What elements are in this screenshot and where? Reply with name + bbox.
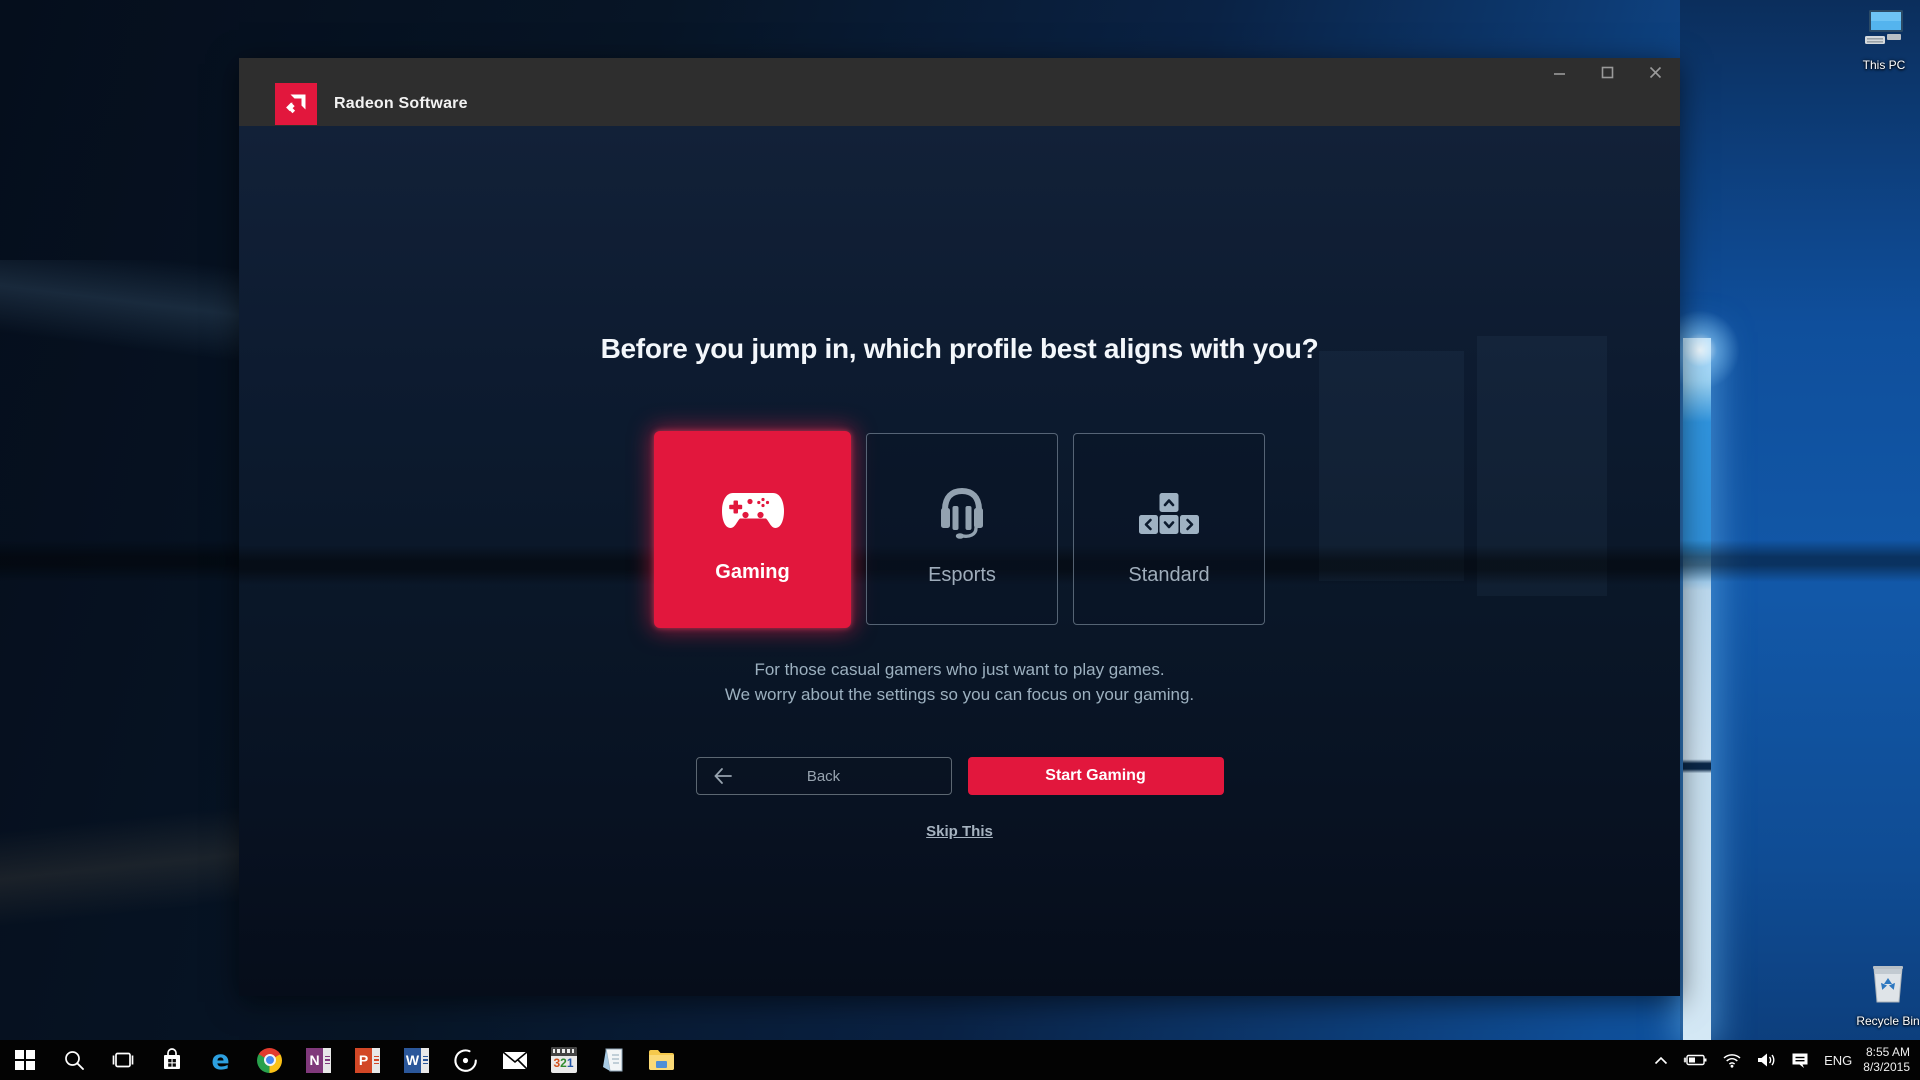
- radeon-software-window: Radeon Software Before you jump in, whic…: [239, 58, 1680, 996]
- media-app-icon[interactable]: [441, 1040, 490, 1080]
- circle-disc-icon: [453, 1048, 478, 1073]
- description-line-1: For those casual gamers who just want to…: [239, 657, 1680, 682]
- edge-e-glyph: e: [211, 1047, 229, 1074]
- system-tray: ENG 8:55 AM 8/3/2015: [1650, 1040, 1920, 1080]
- this-pc-label: This PC: [1842, 58, 1920, 72]
- language-indicator[interactable]: ENG: [1820, 1040, 1856, 1080]
- envelope-icon: [502, 1051, 528, 1070]
- search-icon: [63, 1049, 85, 1071]
- profile-card-label: Gaming: [715, 561, 789, 584]
- window-controls: [1528, 60, 1672, 84]
- powerpoint-letter: P: [355, 1048, 372, 1073]
- recycle-bin-label: Recycle Bin: [1846, 1014, 1920, 1028]
- notepad-page-icon: [601, 1047, 625, 1073]
- description-line-2: We worry about the settings so you can f…: [239, 682, 1680, 707]
- computer-icon: [1861, 8, 1907, 50]
- gamepad-icon: [720, 479, 786, 543]
- file-explorer-icon[interactable]: [637, 1040, 686, 1080]
- search-button[interactable]: [49, 1040, 98, 1080]
- left-arrow-icon: [713, 767, 733, 789]
- edge-icon[interactable]: e: [196, 1040, 245, 1080]
- profile-card-label: Standard: [1128, 564, 1209, 587]
- mpc-player-icon[interactable]: 321: [539, 1040, 588, 1080]
- profile-cards: Gaming Esports: [239, 429, 1680, 629]
- battery-icon[interactable]: [1679, 1040, 1711, 1080]
- onenote-icon[interactable]: N: [294, 1040, 343, 1080]
- tray-date: 8/3/2015: [1863, 1060, 1910, 1075]
- recycle-bin-desktop-icon[interactable]: Recycle Bin: [1846, 960, 1920, 1028]
- chrome-logo: [257, 1048, 282, 1073]
- start-button[interactable]: [0, 1040, 49, 1080]
- task-view-icon: [111, 1051, 135, 1069]
- tray-clock[interactable]: 8:55 AM 8/3/2015: [1863, 1045, 1916, 1075]
- onenote-tile: N: [306, 1048, 331, 1073]
- profile-card-esports[interactable]: Esports: [866, 433, 1058, 625]
- profile-card-standard[interactable]: Standard: [1073, 433, 1265, 625]
- mpc-clapper: 321: [551, 1047, 577, 1073]
- action-buttons: Back Start Gaming: [239, 757, 1680, 795]
- powerpoint-icon[interactable]: P: [343, 1040, 392, 1080]
- window-content: Before you jump in, which profile best a…: [239, 126, 1680, 996]
- back-button[interactable]: Back: [696, 757, 952, 795]
- notification-icon[interactable]: [1787, 1040, 1813, 1080]
- headset-icon: [933, 482, 991, 546]
- amd-radeon-logo: [275, 83, 317, 125]
- taskbar: e N P W: [0, 1040, 1920, 1080]
- word-letter: W: [404, 1048, 421, 1073]
- mail-icon[interactable]: [490, 1040, 539, 1080]
- maximize-button[interactable]: [1590, 60, 1624, 84]
- close-button[interactable]: [1638, 60, 1672, 84]
- word-icon[interactable]: W: [392, 1040, 441, 1080]
- chrome-icon[interactable]: [245, 1040, 294, 1080]
- onenote-letter: N: [306, 1048, 323, 1073]
- recycle-bin-icon: [1866, 960, 1910, 1006]
- profile-description: For those casual gamers who just want to…: [239, 657, 1680, 707]
- powerpoint-tile: P: [355, 1048, 380, 1073]
- folder-icon: [648, 1049, 675, 1071]
- arrow-keys-icon: [1138, 482, 1200, 546]
- start-gaming-label: Start Gaming: [1045, 767, 1145, 785]
- back-button-label: Back: [807, 768, 840, 785]
- profile-card-gaming[interactable]: Gaming: [654, 431, 851, 628]
- store-bag-icon: [161, 1048, 183, 1072]
- mpc-digit-1: 1: [567, 1056, 574, 1070]
- windows-store-icon[interactable]: [147, 1040, 196, 1080]
- skip-this-container: Skip This: [239, 823, 1680, 841]
- word-tile: W: [404, 1048, 429, 1073]
- wifi-icon[interactable]: [1718, 1040, 1746, 1080]
- volume-icon[interactable]: [1753, 1040, 1780, 1080]
- skip-this-link[interactable]: Skip This: [926, 823, 993, 840]
- minimize-button[interactable]: [1542, 60, 1576, 84]
- profile-card-label: Esports: [928, 564, 996, 587]
- tray-time: 8:55 AM: [1863, 1045, 1910, 1060]
- tray-chevron-icon[interactable]: [1650, 1040, 1672, 1080]
- page-title: Before you jump in, which profile best a…: [239, 333, 1680, 365]
- windows-logo-icon: [15, 1050, 35, 1070]
- notepad-icon[interactable]: [588, 1040, 637, 1080]
- mpc-digit-2: 2: [560, 1056, 567, 1070]
- window-title: Radeon Software: [334, 95, 468, 113]
- start-gaming-button[interactable]: Start Gaming: [968, 757, 1224, 795]
- task-view-button[interactable]: [98, 1040, 147, 1080]
- window-titlebar: Radeon Software: [239, 58, 1680, 126]
- taskbar-apps: e N P W: [0, 1040, 686, 1080]
- this-pc-desktop-icon[interactable]: This PC: [1842, 8, 1920, 72]
- wallpaper-glow-pane: [1683, 338, 1711, 1040]
